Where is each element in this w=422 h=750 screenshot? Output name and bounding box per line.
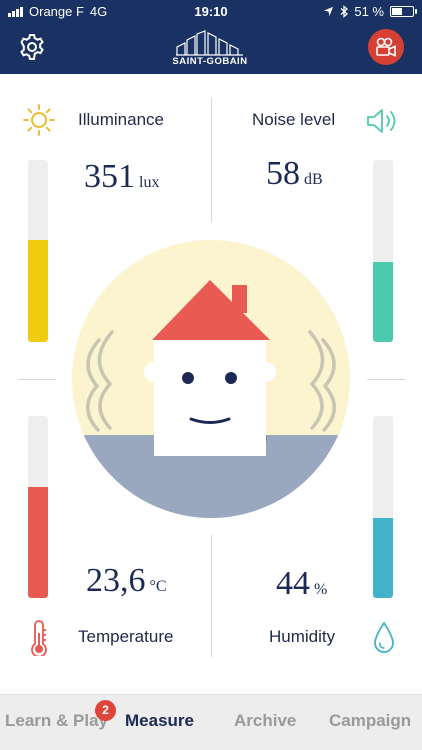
humidity-gauge (373, 416, 393, 598)
humidity-gauge-fill (373, 517, 393, 598)
camera-button[interactable] (368, 29, 404, 65)
tab-measure[interactable]: Measure (125, 711, 194, 731)
battery-percent: 51 % (354, 4, 384, 19)
app-header: Orange F 4G 19:10 51 % SAINT-GOBAIN (0, 0, 422, 74)
noise-gauge-fill (373, 261, 393, 342)
noise-gauge (373, 160, 393, 342)
vertical-divider-top (211, 98, 212, 222)
humidity-unit: % (314, 581, 328, 598)
temperature-number: 23,6 (86, 562, 146, 599)
battery-icon (390, 6, 417, 17)
illuminance-label: Illuminance (78, 110, 164, 129)
camera-icon (376, 37, 396, 57)
illuminance-unit: lux (139, 174, 160, 191)
temperature-gauge-fill (28, 486, 48, 598)
temperature-unit: °C (149, 578, 167, 595)
sun-icon (23, 104, 55, 136)
temperature-label: Temperature (78, 627, 174, 646)
thermometer-icon (31, 620, 47, 656)
temperature-gauge (28, 416, 48, 598)
location-icon (324, 6, 334, 17)
vertical-divider-bottom (211, 535, 212, 657)
saint-gobain-logo: SAINT-GOBAIN (160, 30, 260, 70)
bluetooth-icon (340, 5, 349, 18)
notification-badge: 2 (95, 700, 116, 721)
noise-number: 58 (266, 155, 300, 192)
logo-text: SAINT-GOBAIN (172, 56, 248, 67)
humidity-label: Humidity (269, 627, 336, 646)
humidity-value: 44% (276, 565, 327, 603)
gear-icon[interactable] (18, 33, 46, 61)
horizontal-divider-left (18, 379, 56, 380)
illuminance-gauge (28, 160, 48, 342)
noise-label: Noise level (252, 110, 336, 129)
temperature-value: 23,6 °C (86, 562, 167, 600)
noise-unit: dB (304, 171, 323, 188)
status-bar: Orange F 4G 19:10 51 % (0, 0, 422, 24)
humidity-number: 44 (276, 565, 310, 602)
city-skyline-icon (176, 30, 243, 56)
tab-bar: Learn & Play 2 Measure Archive Campaign (0, 694, 422, 750)
illuminance-number: 351 (84, 158, 135, 195)
drop-icon (374, 621, 394, 653)
house-illustration (72, 240, 350, 518)
illuminance-value: 351 lux (84, 158, 159, 196)
illuminance-gauge-fill (28, 240, 48, 342)
noise-value: 58 dB (266, 155, 323, 193)
tab-campaign[interactable]: Campaign (329, 711, 411, 731)
tab-learn-play[interactable]: Learn & Play (5, 711, 108, 731)
speaker-icon (367, 109, 396, 133)
tab-archive[interactable]: Archive (234, 711, 296, 731)
horizontal-divider-right (367, 379, 405, 380)
